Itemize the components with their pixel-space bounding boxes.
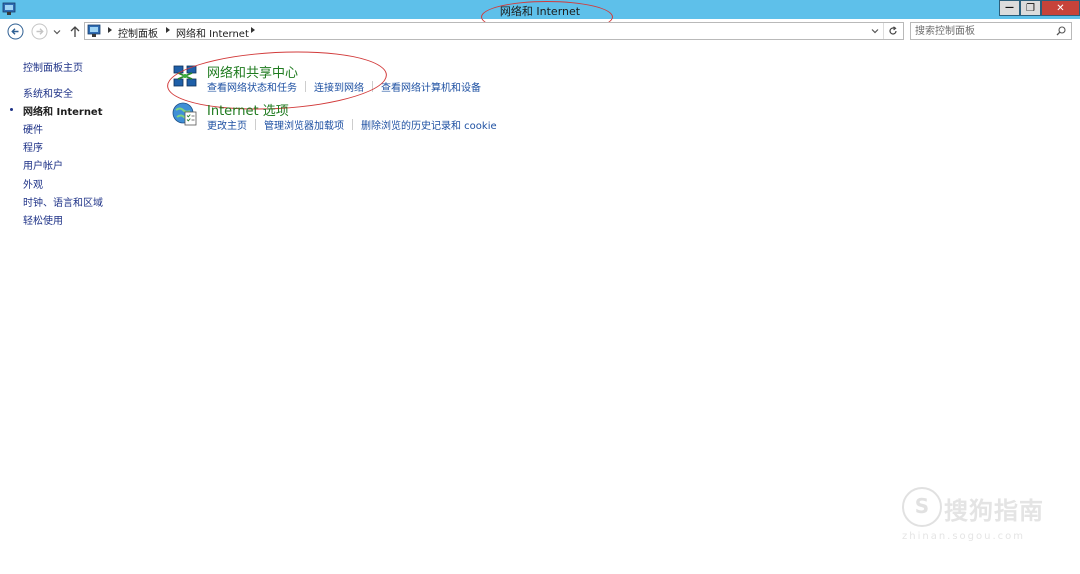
arrow-left-icon: [7, 23, 24, 40]
forward-button[interactable]: [31, 23, 48, 40]
close-button[interactable]: ✕: [1041, 0, 1080, 16]
sidebar-item-network-internet[interactable]: 网络和 Internet: [23, 103, 103, 118]
link-divider: [352, 119, 353, 130]
sidebar-item-ease-of-access[interactable]: 轻松使用: [23, 212, 63, 227]
chevron-down-icon[interactable]: [871, 28, 879, 34]
address-bar[interactable]: 控制面板 网络和 Internet: [84, 22, 904, 40]
back-button[interactable]: [7, 23, 24, 40]
sidebar-item-hardware[interactable]: 硬件: [23, 121, 43, 136]
maximize-button[interactable]: ❐: [1020, 0, 1041, 16]
current-item-bullet: [10, 108, 13, 111]
breadcrumb-separator-icon[interactable]: [108, 27, 112, 33]
sidebar-item-control-panel-home[interactable]: 控制面板主页: [23, 59, 83, 74]
sidebar-item-system-security[interactable]: 系统和安全: [23, 85, 73, 100]
refresh-icon[interactable]: [888, 26, 898, 36]
breadcrumb-separator-icon[interactable]: [251, 27, 255, 33]
address-divider: [883, 23, 884, 39]
sidebar-item-user-accounts[interactable]: 用户帐户: [23, 157, 63, 172]
close-icon: ✕: [1056, 2, 1065, 14]
sidebar-item-clock-language-region[interactable]: 时钟、语言和区域: [23, 194, 103, 209]
breadcrumb-separator-icon[interactable]: [166, 27, 170, 33]
sidebar-item-appearance[interactable]: 外观: [23, 176, 43, 191]
link-view-network-computers[interactable]: 查看网络计算机和设备: [381, 79, 481, 94]
arrow-right-icon: [31, 23, 48, 40]
search-icon[interactable]: [1056, 26, 1066, 36]
recent-locations-button[interactable]: [52, 27, 62, 37]
search-box[interactable]: [910, 22, 1072, 40]
category-links: 更改主页 管理浏览器加载项 删除浏览的历史记录和 cookie: [207, 117, 497, 132]
link-delete-browsing-history[interactable]: 删除浏览的历史记录和 cookie: [361, 117, 497, 132]
minimize-button[interactable]: —: [999, 0, 1020, 16]
chevron-down-icon: [53, 30, 61, 35]
up-button[interactable]: [68, 24, 82, 38]
watermark: S 搜狗指南 zhinan.sogou.com: [902, 487, 1072, 547]
sidebar-item-programs[interactable]: 程序: [23, 139, 43, 154]
breadcrumb-control-panel[interactable]: 控制面板: [118, 25, 158, 40]
watermark-text: 搜狗指南: [944, 497, 1044, 525]
minimize-icon: —: [1005, 3, 1014, 13]
link-change-homepage[interactable]: 更改主页: [207, 117, 247, 132]
sogou-logo-icon: S: [902, 487, 942, 527]
arrow-up-icon: [70, 25, 80, 37]
restore-icon: ❐: [1026, 2, 1035, 14]
internet-options-icon: [172, 102, 197, 126]
search-input[interactable]: [915, 23, 1045, 39]
control-panel-icon: [87, 24, 101, 37]
link-manage-addons[interactable]: 管理浏览器加载项: [264, 117, 344, 132]
link-divider: [255, 119, 256, 130]
watermark-domain: zhinan.sogou.com: [902, 531, 1026, 542]
breadcrumb-network-internet[interactable]: 网络和 Internet: [176, 25, 249, 40]
navigation-bar: 控制面板 网络和 Internet: [0, 19, 1080, 45]
